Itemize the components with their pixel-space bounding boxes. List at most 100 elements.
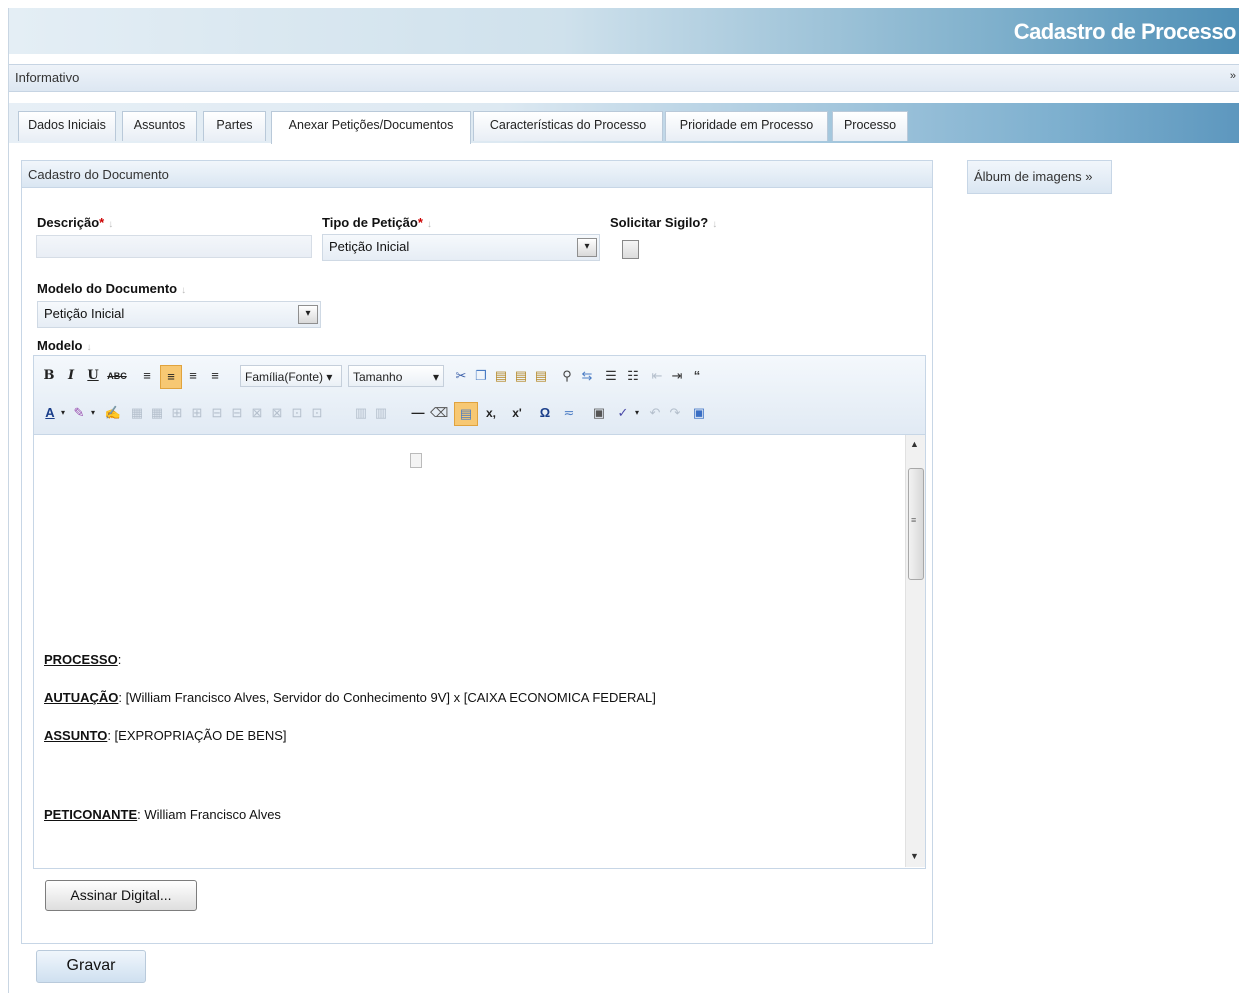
image-placeholder-icon: [410, 453, 422, 468]
row-props-icon[interactable]: ⊞: [168, 402, 186, 424]
tab-assuntos[interactable]: Assuntos: [122, 111, 197, 141]
edit-css-icon[interactable]: ✍: [104, 402, 122, 424]
help-icon: ↓: [86, 342, 92, 353]
sigilo-checkbox[interactable]: [622, 240, 639, 259]
help-icon: ↓: [181, 285, 187, 296]
italic-button[interactable]: I: [64, 365, 78, 387]
align-left-icon[interactable]: ≡: [138, 365, 156, 387]
album-label: Álbum de imagens »: [974, 169, 1093, 184]
bullet-list-icon[interactable]: ☰: [602, 365, 620, 387]
horizontal-rule-icon[interactable]: —: [408, 402, 428, 424]
descricao-label: Descrição* ↓: [37, 215, 114, 230]
layer-icon[interactable]: ▥: [372, 402, 390, 424]
editor-content[interactable]: PROCESSO: AUTUAÇÃO: [William Francisco A…: [34, 435, 906, 867]
tab-prioridade[interactable]: Prioridade em Processo: [665, 111, 828, 141]
nonbreaking-icon[interactable]: ≂: [560, 402, 578, 424]
scroll-up-icon[interactable]: ▲: [910, 439, 919, 449]
undo-icon[interactable]: ↶: [646, 402, 664, 424]
sigilo-label: Solicitar Sigilo? ↓: [610, 215, 718, 230]
special-char-button[interactable]: Ω: [536, 402, 554, 424]
outdent-icon[interactable]: ⇤: [648, 365, 666, 387]
align-right-icon[interactable]: ≡: [184, 365, 202, 387]
numbered-list-icon[interactable]: ☷: [624, 365, 642, 387]
tipo-peticao-select[interactable]: Petição Inicial ▾: [322, 234, 600, 261]
tipo-peticao-value: Petição Inicial: [329, 239, 410, 254]
text-color-icon[interactable]: A: [42, 402, 58, 424]
expand-arrow-icon[interactable]: »: [1230, 70, 1236, 82]
chevron-down-icon: ▾: [432, 370, 439, 384]
copy-icon[interactable]: ❐: [472, 365, 490, 387]
editor-line-autuacao: AUTUAÇÃO: [William Francisco Alves, Serv…: [44, 690, 656, 705]
chevron-down-icon[interactable]: ▾: [58, 402, 68, 424]
editor-toolbar: B I U ABC ≡ ≡ ≡ ≡ Família(Fonte) ▾ Taman…: [34, 356, 925, 435]
info-bar-label: Informativo: [15, 70, 80, 85]
bold-button[interactable]: B: [42, 365, 56, 387]
find-icon[interactable]: ⚲: [558, 365, 576, 387]
tab-processo[interactable]: Processo: [832, 111, 908, 141]
cut-icon[interactable]: ✂: [452, 365, 470, 387]
align-center-icon[interactable]: ≡: [160, 365, 182, 389]
subscript-button[interactable]: x,: [482, 402, 500, 424]
split-cells-icon[interactable]: ⊡: [288, 402, 306, 424]
table-props-icon[interactable]: ▦: [148, 402, 166, 424]
fullscreen-icon[interactable]: ▣: [690, 402, 708, 424]
modelo-label: Modelo ↓: [37, 338, 92, 353]
print-icon[interactable]: ▣: [590, 402, 608, 424]
insert-col-icon[interactable]: ⊠: [248, 402, 266, 424]
insert-row-icon[interactable]: ⊟: [208, 402, 226, 424]
tab-partes[interactable]: Partes: [203, 111, 266, 141]
blockquote-icon[interactable]: “: [688, 365, 706, 387]
paste-icon[interactable]: ▤: [492, 365, 510, 387]
rich-text-editor: B I U ABC ≡ ≡ ≡ ≡ Família(Fonte) ▾ Taman…: [33, 355, 926, 869]
panel-title: Cadastro do Documento: [28, 167, 169, 182]
indent-icon[interactable]: ⇥: [668, 365, 686, 387]
descricao-input[interactable]: [36, 235, 312, 258]
gravar-button[interactable]: Gravar: [36, 950, 146, 983]
tab-caracteristicas[interactable]: Características do Processo: [473, 111, 663, 141]
font-size-select[interactable]: Tamanho ▾: [348, 365, 444, 387]
chevron-down-icon[interactable]: ▾: [632, 402, 642, 424]
underline-button[interactable]: U: [86, 365, 100, 387]
album-panel[interactable]: Álbum de imagens »: [967, 160, 1112, 194]
scroll-down-icon[interactable]: ▼: [910, 851, 919, 861]
grip-icon: ≡: [911, 515, 917, 525]
help-icon: ↓: [108, 219, 114, 230]
table-icon[interactable]: ▦: [128, 402, 146, 424]
spellcheck-icon[interactable]: ✓: [614, 402, 632, 424]
paste-word-icon[interactable]: ▤: [532, 365, 550, 387]
paste-text-icon[interactable]: ▤: [512, 365, 530, 387]
delete-row-icon[interactable]: ⊟: [228, 402, 246, 424]
replace-icon[interactable]: ⇆: [578, 365, 596, 387]
editor-line-assunto: ASSUNTO: [EXPROPRIAÇÃO DE BENS]: [44, 728, 287, 743]
delete-col-icon[interactable]: ⊠: [268, 402, 286, 424]
eraser-icon[interactable]: ⌫: [430, 402, 448, 424]
info-bar[interactable]: Informativo »: [9, 64, 1239, 92]
align-justify-icon[interactable]: ≡: [206, 365, 224, 387]
highlight-color-icon[interactable]: ✎: [70, 402, 88, 424]
editor-line-peticonante: PETICONANTE: William Francisco Alves: [44, 807, 281, 822]
assinar-digital-button[interactable]: Assinar Digital...: [45, 880, 197, 911]
editor-scrollbar[interactable]: ▲ ≡ ▼: [905, 435, 925, 867]
tab-dados-iniciais[interactable]: Dados Iniciais: [18, 111, 116, 141]
page: Cadastro de Processo Informativo » Dados…: [8, 8, 1239, 993]
visual-chars-icon[interactable]: ▤: [454, 402, 478, 426]
redo-icon[interactable]: ↷: [666, 402, 684, 424]
tab-anexar-peticoes[interactable]: Anexar Petições/Documentos: [271, 111, 471, 144]
chevron-down-icon[interactable]: ▾: [577, 238, 597, 257]
font-family-select[interactable]: Família(Fonte) ▾: [240, 365, 342, 387]
superscript-button[interactable]: x': [508, 402, 526, 424]
modelo-documento-select[interactable]: Petição Inicial ▾: [37, 301, 321, 328]
merge-cells-icon[interactable]: ⊡: [308, 402, 326, 424]
visual-aid-icon[interactable]: ▥: [352, 402, 370, 424]
strikethrough-button[interactable]: ABC: [106, 365, 128, 387]
help-icon: ↓: [426, 219, 432, 230]
required-mark: *: [99, 215, 105, 230]
cell-props-icon[interactable]: ⊞: [188, 402, 206, 424]
chevron-down-icon[interactable]: ▾: [88, 402, 98, 424]
chevron-down-icon[interactable]: ▾: [298, 305, 318, 324]
title-bar: Cadastro de Processo: [9, 8, 1239, 54]
tipo-peticao-label: Tipo de Petição* ↓: [322, 215, 432, 230]
panel-header: Cadastro do Documento: [22, 161, 932, 188]
modelo-documento-value: Petição Inicial: [44, 306, 125, 321]
required-mark: *: [417, 215, 423, 230]
